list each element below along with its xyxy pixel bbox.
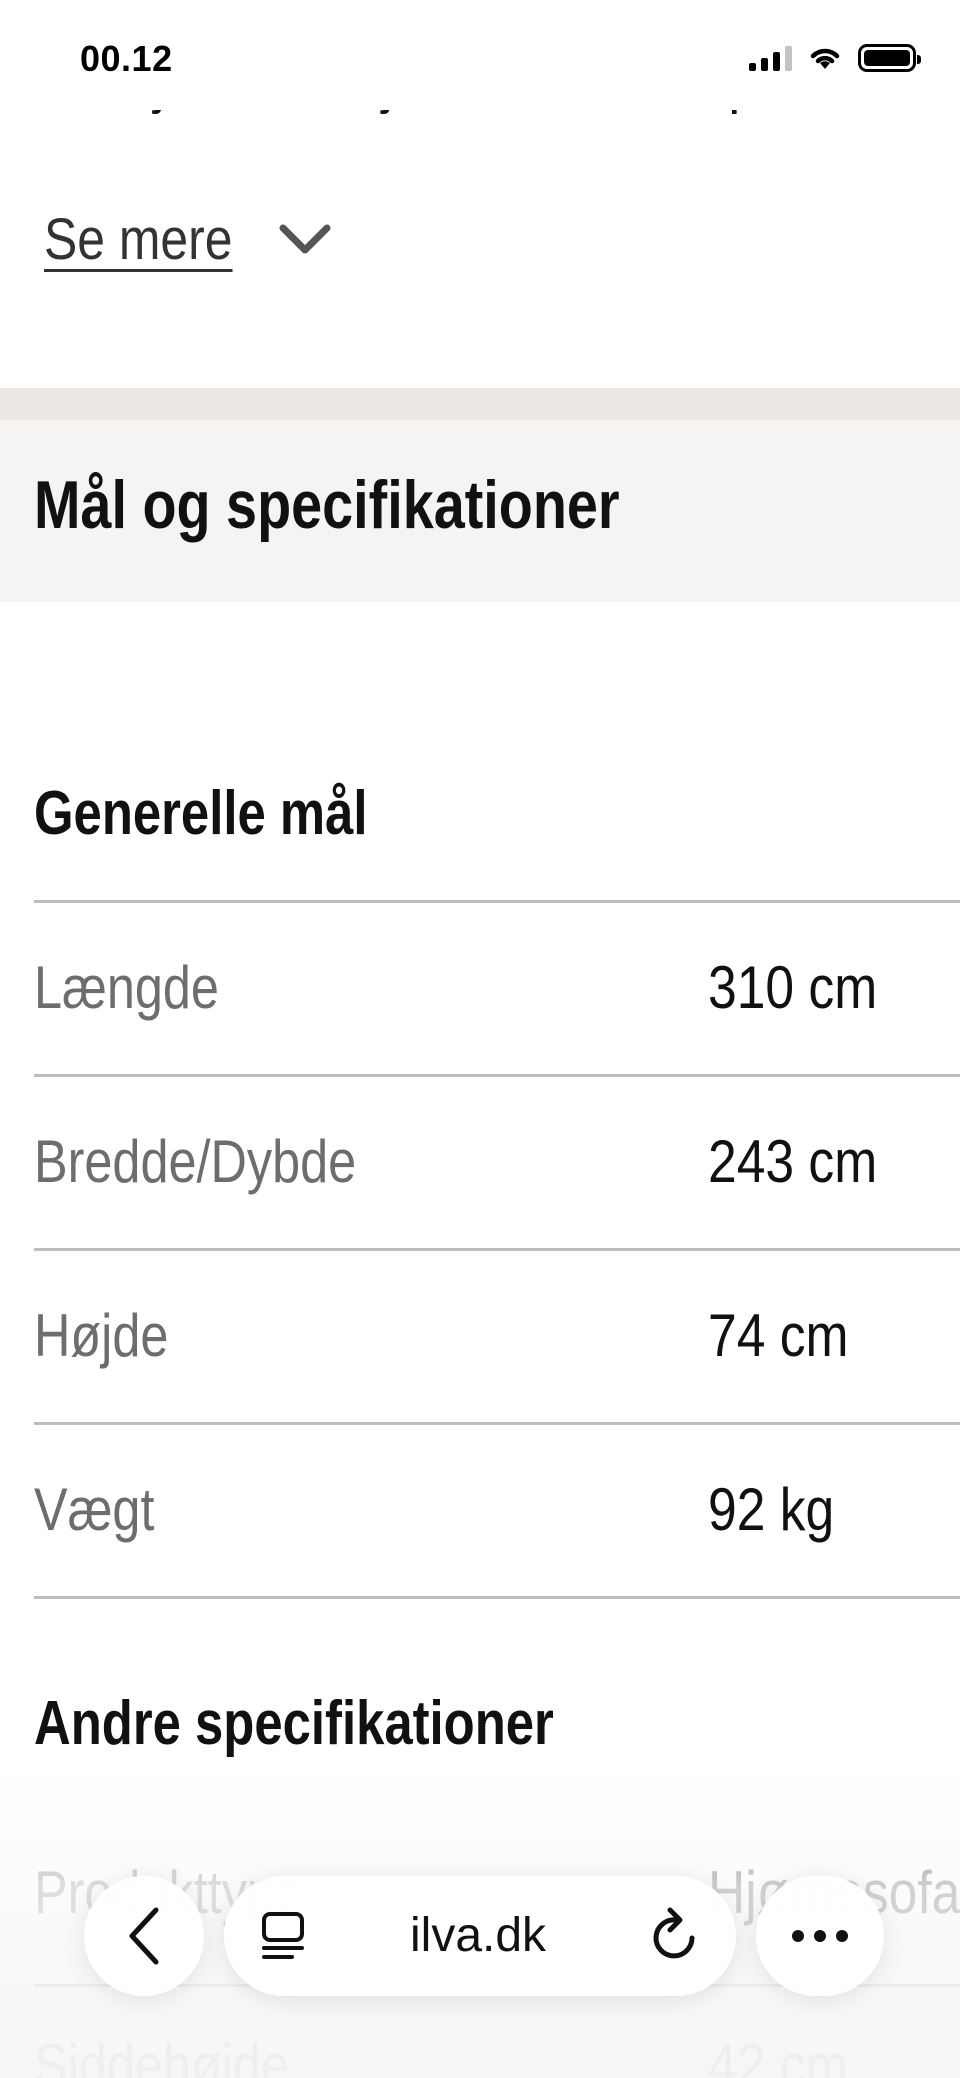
battery-icon (858, 44, 921, 72)
section-divider-band (0, 388, 960, 420)
spec-row: Højde 74 cm (34, 1248, 960, 1422)
chevron-left-icon (129, 1907, 159, 1965)
more-button[interactable] (756, 1876, 884, 1996)
battery-level (864, 50, 910, 66)
spec-label: Længde (34, 954, 219, 1021)
status-bar: 00.12 (0, 0, 960, 110)
address-bar[interactable]: ilva.dk (224, 1876, 736, 1996)
tabs-icon[interactable] (258, 1910, 308, 1962)
browser-toolbar: ilva.dk (0, 1876, 960, 2006)
status-icons (749, 44, 921, 72)
back-button[interactable] (84, 1876, 204, 1996)
spec-value: 310 cm (708, 954, 878, 1021)
spec-label: Vægt (34, 1476, 155, 1543)
cellular-signal-icon (749, 45, 792, 71)
chevron-down-icon (279, 224, 331, 253)
spec-value: 42 cm (708, 2032, 849, 2078)
spec-row: Længde 310 cm (34, 900, 960, 1074)
reload-icon[interactable] (646, 1906, 702, 1966)
spec-label: Bredde/Dybde (34, 1128, 357, 1195)
status-time: 00.12 (80, 38, 173, 79)
other-specifications-heading: Andre specifikationer (34, 1689, 554, 1758)
spec-value: 243 cm (708, 1128, 878, 1195)
section-title: Mål og specifikationer (34, 467, 620, 543)
spec-label: Siddehøjde (34, 2032, 289, 2078)
see-more-button[interactable]: Se mere (44, 206, 333, 273)
see-more-label: Se mere (44, 207, 233, 272)
url-text: ilva.dk (410, 1909, 547, 1962)
spec-value: 92 kg (708, 1476, 835, 1543)
spec-divider (34, 1596, 960, 1599)
spec-value: 74 cm (708, 1302, 849, 1369)
specs-section-header[interactable]: Mål og specifikationer (0, 420, 960, 602)
spec-row: Bredde/Dybde 243 cm (34, 1074, 960, 1248)
wifi-icon (810, 48, 840, 69)
general-measurements-heading: Generelle mål (34, 779, 368, 848)
spec-label: Højde (34, 1302, 169, 1369)
more-icon (792, 1930, 848, 1942)
spec-row: Vægt 92 kg (34, 1422, 960, 1596)
